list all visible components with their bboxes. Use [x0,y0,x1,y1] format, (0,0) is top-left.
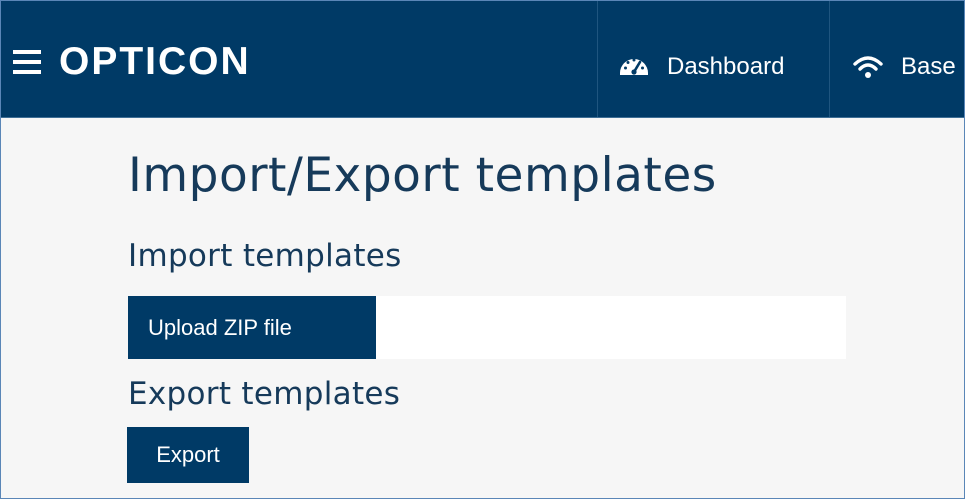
import-section-title: Import templates [128,238,402,274]
nav-divider [597,1,598,117]
wifi-icon [851,50,885,84]
nav-item-base[interactable]: Base [851,47,956,87]
brand-logo[interactable]: OPTICON [59,39,251,84]
nav-divider [829,1,830,117]
nav-item-label: Base [901,53,956,80]
top-navigation-bar: OPTICON Dashboard Base [1,1,964,118]
selected-file-name[interactable] [376,296,846,359]
dashboard-icon [617,50,651,84]
upload-zip-field[interactable]: Upload ZIP file [128,296,846,359]
export-button[interactable]: Export [127,427,249,483]
upload-zip-button[interactable]: Upload ZIP file [128,296,376,359]
nav-item-label: Dashboard [667,53,785,80]
app-window: OPTICON Dashboard Base Import/Export tem… [0,0,965,499]
main-content: Import/Export templates Import templates… [1,118,964,498]
menu-toggle-button[interactable] [13,42,47,82]
page-title: Import/Export templates [128,148,717,203]
export-section-title: Export templates [128,376,401,412]
hamburger-icon [13,50,41,74]
nav-item-dashboard[interactable]: Dashboard [617,47,784,87]
